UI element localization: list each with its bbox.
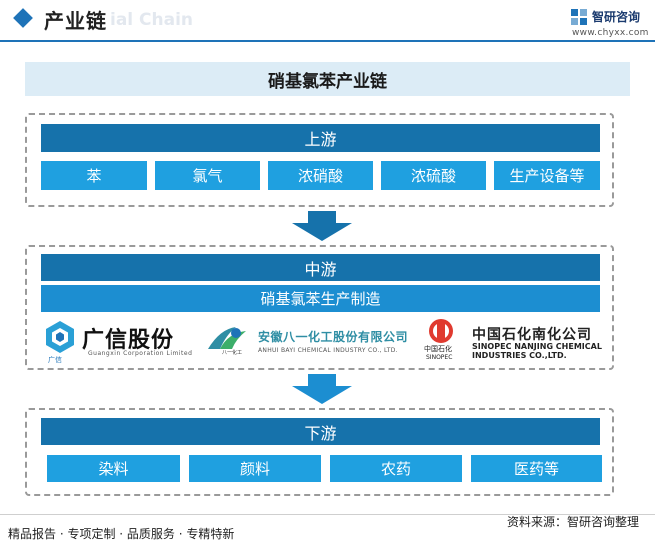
bayi-name-en: ANHUI BAYI CHEMICAL INDUSTRY CO., LTD. — [258, 347, 398, 354]
sinopec-name-en-line1: SINOPEC NANJING CHEMICAL — [472, 342, 602, 351]
header-watermark: ial Chain — [110, 10, 194, 30]
footer-slogan: 精品报告 · 专项定制 · 品质服务 · 专精特新 — [8, 527, 235, 541]
downstream-item: 农药 — [330, 455, 462, 482]
upstream-item: 浓硝酸 — [268, 161, 373, 190]
guangxin-mark-text: 广信 — [48, 356, 62, 364]
header-divider — [0, 40, 655, 42]
sinopec-mark-cn: 中国石化 — [424, 345, 452, 353]
sinopec-mark-en: SINOPEC — [426, 354, 453, 361]
downstream-item: 颜料 — [189, 455, 321, 482]
downstream-item: 染料 — [47, 455, 180, 482]
page-header: ial Chain 产业链 智研咨询 www.chyxx.com — [0, 0, 655, 44]
down-arrow-icon — [292, 211, 352, 241]
upstream-label: 上游 — [41, 124, 600, 152]
guangxin-name-en: Guangxin Corporation Limited — [88, 350, 193, 357]
upstream-item: 生产设备等 — [494, 161, 600, 190]
bayi-mark-text: 八一化工 — [222, 350, 243, 356]
diamond-icon — [13, 8, 33, 28]
brand-url: www.chyxx.com — [572, 28, 649, 38]
downstream-label: 下游 — [41, 418, 600, 445]
chain-title-banner: 硝基氯苯产业链 — [25, 62, 630, 96]
upstream-item: 苯 — [41, 161, 147, 190]
guangxin-logo-icon — [46, 321, 74, 353]
upstream-item: 氯气 — [155, 161, 260, 190]
midstream-process: 硝基氯苯生产制造 — [41, 285, 600, 312]
brand-name: 智研咨询 — [592, 10, 641, 24]
down-arrow-icon — [292, 374, 352, 404]
footer-source: 资料来源：智研咨询整理 — [507, 515, 640, 529]
midstream-label: 中游 — [41, 254, 600, 281]
sinopec-name-cn: 中国石化南化公司 — [472, 327, 592, 343]
downstream-item: 医药等 — [471, 455, 602, 482]
bayi-name-cn: 安徽八一化工股份有限公司 — [258, 330, 409, 344]
brand: 智研咨询 — [571, 8, 640, 25]
sinopec-name-en-line2: INDUSTRIES CO.,LTD. — [472, 351, 567, 360]
page-title: 产业链 — [44, 9, 107, 33]
upstream-item: 浓硫酸 — [381, 161, 486, 190]
brand-logo-icon — [571, 8, 587, 25]
